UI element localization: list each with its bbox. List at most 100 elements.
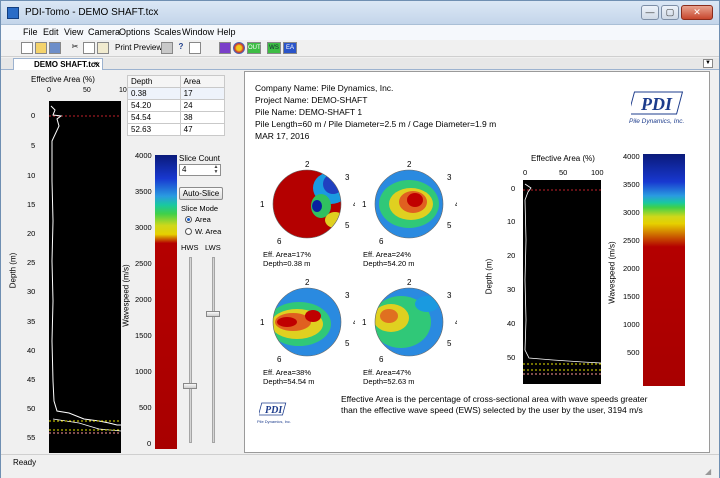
report-wavespeed-colorbar [643, 154, 685, 386]
tube-label: 4 [455, 318, 457, 327]
menu-help[interactable]: Help [217, 27, 236, 37]
table-cell: 0.38 [127, 87, 181, 100]
tomogram-4-svg: 2 3 5 1 6 4 [362, 278, 460, 364]
new-file-icon[interactable] [21, 42, 33, 54]
ea-icon[interactable]: EA [283, 42, 297, 54]
small-logo-text: PDI [265, 405, 283, 416]
menu-file[interactable]: File [23, 27, 38, 37]
eff-area: Eff. Area=24% [363, 250, 412, 259]
tube-label: 3 [345, 291, 350, 300]
report-ws-tick: 500 [627, 348, 640, 357]
table-row[interactable]: 54.54 38 [127, 111, 226, 124]
tube-label: 4 [455, 200, 457, 209]
tube-label: 1 [362, 200, 367, 209]
radio-selected-icon [185, 216, 192, 223]
paste-icon[interactable] [97, 42, 109, 54]
report-preview: Company Name: Pile Dynamics, Inc. Projec… [244, 71, 710, 453]
print-icon[interactable] [161, 42, 173, 54]
ws-tick: 3500 [135, 187, 152, 196]
menu-camera[interactable]: Camera [88, 27, 120, 37]
status-bar: Ready ◢ [1, 454, 719, 478]
menu-options[interactable]: Options [119, 27, 150, 37]
tab-dropdown-icon[interactable]: ▼ [703, 59, 713, 68]
mode-area-label: Area [195, 215, 211, 224]
table-row[interactable]: 52.63 47 [127, 123, 226, 136]
depth-axis-label: Depth (m) [8, 252, 18, 289]
report-ws-tick: 3000 [623, 208, 640, 217]
table-row[interactable]: 54.20 24 [127, 99, 226, 112]
print-preview-button[interactable]: Print Preview [115, 43, 162, 52]
copy-icon[interactable] [83, 42, 95, 54]
wavespeed-colorbar [155, 155, 177, 449]
menu-window[interactable]: Window [182, 27, 214, 37]
menu-bar: File Edit View Camera Options Scales Win… [1, 25, 719, 40]
hws-slider-track[interactable] [189, 257, 192, 443]
menu-edit[interactable]: Edit [43, 27, 59, 37]
depth-tick: 0 [31, 111, 36, 120]
menu-view[interactable]: View [64, 27, 83, 37]
palette-icon[interactable] [233, 42, 245, 54]
table-cell: 47 [179, 123, 226, 136]
column-header-area[interactable]: Area [179, 75, 226, 88]
cut-icon[interactable]: ✂ [69, 42, 81, 54]
menu-scales[interactable]: Scales [154, 27, 181, 37]
tomogram-2-caption: Eff. Area=24% Depth=54.20 m [363, 250, 415, 268]
control-panel: Effective Area (%) 0 50 100 Depth (m) 0 … [8, 71, 237, 453]
table-cell: 52.63 [127, 123, 181, 136]
report-wavespeed-label: Wavespeed (m/s) [607, 241, 617, 304]
resize-grip-icon[interactable]: ◢ [705, 467, 711, 476]
tab-demo-shaft[interactable]: DEMO SHAFT.tcx × [13, 58, 103, 70]
tomogram-4-caption: Eff. Area=47% Depth=52.63 m [363, 368, 415, 386]
output-icon[interactable]: OUT [247, 42, 261, 54]
depth-tick: 35 [27, 317, 36, 326]
pdi-logo: PDI [627, 90, 687, 120]
tomogram-3: 2 3 5 1 6 4 [259, 278, 358, 364]
tube-label: 5 [345, 339, 350, 348]
table-row[interactable]: 0.38 17 [127, 87, 226, 100]
project-name: Project Name: DEMO-SHAFT [255, 95, 368, 105]
tube-label: 4 [353, 200, 355, 209]
tab-close-icon[interactable]: × [94, 59, 98, 70]
auto-slice-button[interactable]: Auto-Slice [179, 187, 223, 200]
column-header-depth[interactable]: Depth [127, 75, 181, 88]
table-cell: 38 [179, 111, 226, 124]
window-icon[interactable] [189, 42, 201, 54]
maximize-button[interactable]: ▢ [661, 5, 679, 20]
close-button[interactable]: ✕ [681, 5, 713, 20]
slice-count-spinner[interactable]: ▲ ▼ [212, 165, 220, 175]
ws-tick: 3000 [135, 223, 152, 232]
ws-tick: 4000 [135, 151, 152, 160]
open-folder-icon[interactable] [35, 42, 47, 54]
ws-tick: 500 [139, 403, 152, 412]
lws-slider-track[interactable] [212, 257, 215, 443]
app-icon [7, 7, 19, 19]
mode-area-radio[interactable]: Area [185, 215, 211, 224]
depth-value: Depth=52.63 m [363, 377, 415, 386]
render-icon[interactable] [219, 42, 231, 54]
report-ws-tick: 1500 [623, 292, 640, 301]
depth-tick: 10 [27, 171, 36, 180]
tab-strip: ▼ [1, 58, 719, 70]
small-logo-caption: Pile Dynamics, Inc. [257, 419, 292, 424]
lws-slider-handle[interactable] [206, 311, 220, 317]
minimize-button[interactable]: — [641, 5, 659, 20]
eff-area: Eff. Area=17% [263, 250, 312, 259]
depth-tick: 30 [27, 287, 36, 296]
depth-tick: 5 [31, 141, 36, 150]
ws-icon[interactable]: WS [267, 42, 281, 54]
hws-slider-handle[interactable] [183, 383, 197, 389]
help-icon[interactable]: ? [175, 42, 187, 54]
report-depth-label: Depth (m) [484, 258, 494, 295]
ea-chart-title: Effective Area (%) [31, 75, 95, 84]
pile-dimensions: Pile Length=60 m / Pile Diameter=2.5 m /… [255, 119, 497, 129]
tube-label: 5 [447, 339, 452, 348]
report-depth-tick: 20 [507, 251, 516, 260]
pdi-logo-caption: Pile Dynamics, Inc. [629, 118, 685, 125]
slice-count-label: Slice Count [179, 154, 220, 163]
company-name: Company Name: Pile Dynamics, Inc. [255, 83, 394, 93]
save-icon[interactable] [49, 42, 61, 54]
table-cell: 54.20 [127, 99, 181, 112]
radio-icon [185, 228, 192, 235]
lws-label: LWS [205, 243, 221, 252]
mode-warea-radio[interactable]: W. Area [185, 227, 221, 236]
